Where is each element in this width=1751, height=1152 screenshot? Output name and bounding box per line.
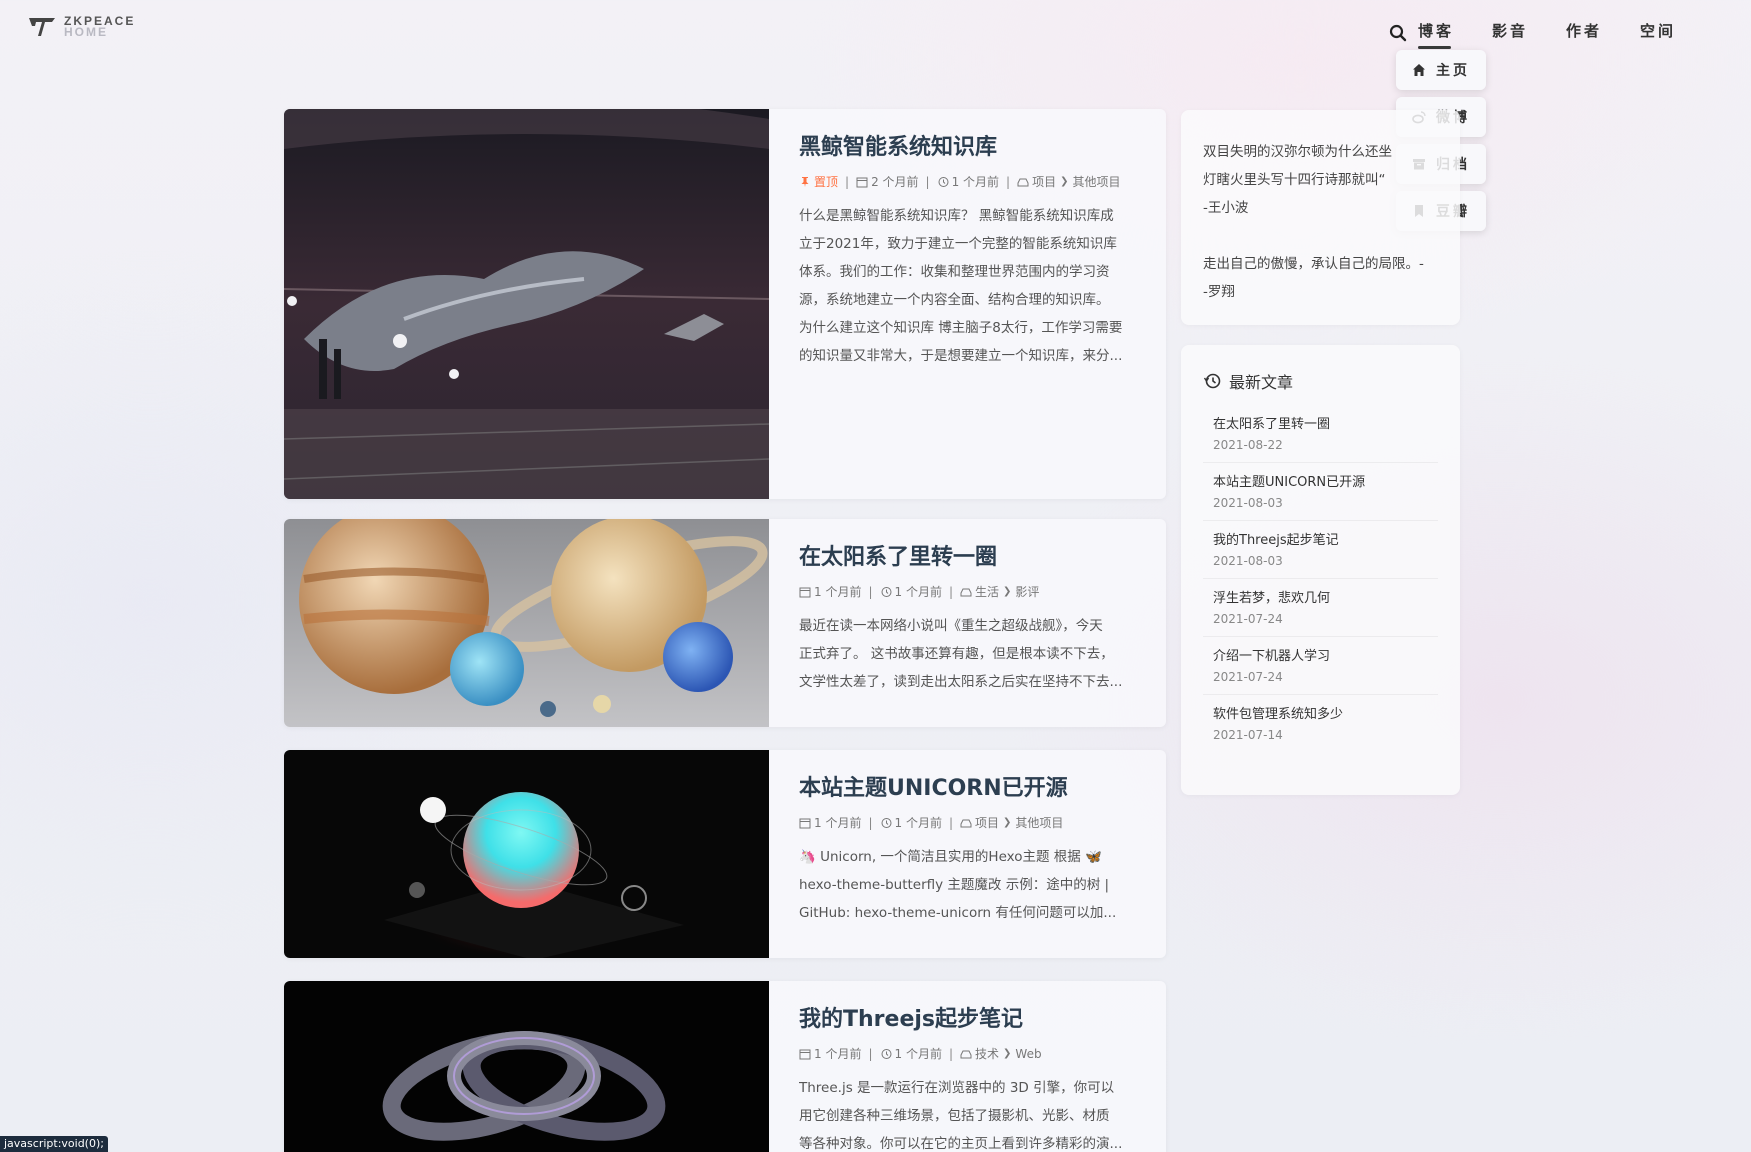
history-icon: [881, 586, 891, 597]
post-card[interactable]: 在太阳系了里转一圈 1 个月前 | 1 个月前 | 生活 ❯ 影评 最近在读一本…: [284, 519, 1166, 727]
quote-line: 双目失明的汉弥尔顿为什么还坐: [1203, 144, 1392, 160]
inbox-icon: [1017, 178, 1029, 186]
quote-line: 灯瞎火里头写十四行诗那就叫“: [1203, 172, 1386, 188]
post-updated: 1 个月前: [894, 585, 942, 599]
post-title[interactable]: 黑鲸智能系统知识库: [799, 129, 1138, 161]
post-cover-image[interactable]: [284, 109, 769, 499]
post-category[interactable]: 技术: [975, 1045, 999, 1062]
quote-line: -罗翔: [1203, 284, 1235, 300]
recent-posts-title: 最新文章: [1229, 373, 1294, 392]
recent-post-item[interactable]: 在太阳系了里转一圈 2021-08-22: [1203, 405, 1438, 463]
nav-author[interactable]: 作者: [1566, 18, 1602, 47]
post-category[interactable]: 项目: [975, 814, 999, 831]
post-subcategory[interactable]: 其他项目: [1072, 173, 1120, 190]
recent-post-item[interactable]: 本站主题UNICORN已开源 2021-08-03: [1203, 463, 1438, 521]
post-created: 2 个月前: [871, 175, 919, 189]
history-icon: [881, 817, 891, 828]
post-card[interactable]: 黑鲸智能系统知识库 置顶 | 2 个月前 | 1 个月前 | 项目 ❯ 其他项目…: [284, 109, 1166, 499]
whale-cover-image: [284, 109, 769, 499]
main-nav: 博客 影音 作者 空间: [1388, 18, 1714, 49]
inbox-icon: [960, 819, 972, 827]
search-icon[interactable]: [1388, 23, 1408, 43]
recent-post-item[interactable]: 软件包管理系统知多少 2021-07-14: [1203, 695, 1438, 752]
calendar-icon: [799, 1049, 811, 1059]
post-category[interactable]: 项目: [1032, 173, 1056, 190]
history-icon: [1203, 373, 1221, 389]
calendar-icon: [856, 177, 868, 187]
dropdown-item-home[interactable]: 主页: [1396, 50, 1486, 90]
post-created: 1 个月前: [814, 585, 862, 599]
post-cover-image[interactable]: [284, 750, 769, 958]
recent-post-item[interactable]: 介绍一下机器人学习 2021-07-24: [1203, 637, 1438, 695]
post-meta: 1 个月前 | 1 个月前 | 生活 ❯ 影评: [799, 583, 1138, 600]
pinned-badge: 置顶: [814, 175, 839, 189]
post-subcategory[interactable]: 影评: [1015, 583, 1039, 600]
post-cover-image[interactable]: [284, 519, 769, 727]
post-updated: 1 个月前: [951, 175, 1000, 189]
calendar-icon: [799, 818, 811, 828]
recent-posts-header: 最新文章: [1203, 369, 1438, 393]
post-updated: 1 个月前: [894, 816, 942, 830]
history-icon: [881, 1048, 891, 1059]
nav-media[interactable]: 影音: [1492, 18, 1528, 47]
post-meta: 置顶 | 2 个月前 | 1 个月前 | 项目 ❯ 其他项目: [799, 173, 1138, 190]
post-excerpt: Three.js 是一款运行在浏览器中的 3D 引擎，你可以 用它创建各种三维场…: [799, 1080, 1123, 1152]
post-excerpt: 什么是黑鲸智能系统知识库？ 黑鲸智能系统知识库成 立于2021年，致力于建立一个…: [799, 208, 1123, 364]
logo-icon: [29, 18, 55, 36]
quote-line: 走出自己的傲慢，承认自己的局限。-: [1203, 256, 1424, 272]
post-meta: 1 个月前 | 1 个月前 | 技术 ❯ Web: [799, 1045, 1138, 1062]
nav-space[interactable]: 空间: [1640, 18, 1676, 47]
history-icon: [938, 176, 949, 187]
pin-icon: [801, 176, 809, 187]
post-created: 1 个月前: [814, 1047, 862, 1061]
post-meta: 1 个月前 | 1 个月前 | 项目 ❯ 其他项目: [799, 814, 1138, 831]
post-card[interactable]: 本站主题UNICORN已开源 1 个月前 | 1 个月前 | 项目 ❯ 其他项目…: [284, 750, 1166, 958]
inbox-icon: [960, 588, 972, 596]
inbox-icon: [960, 1050, 972, 1058]
threejs-cover-image: [284, 981, 769, 1152]
post-subcategory[interactable]: Web: [1015, 1047, 1041, 1061]
planets-cover-image: [284, 519, 769, 727]
quote-line: -王小波: [1203, 200, 1249, 216]
recent-post-item[interactable]: 我的Threejs起步笔记 2021-08-03: [1203, 521, 1438, 579]
post-category[interactable]: 生活: [975, 583, 999, 600]
recent-post-item[interactable]: 浮生若梦，悲欢几何 2021-07-24: [1203, 579, 1438, 637]
logo-subtitle: HOME: [64, 25, 108, 39]
post-title[interactable]: 我的Threejs起步笔记: [799, 1001, 1138, 1033]
unicorn-cover-image: [284, 750, 769, 958]
dropdown-label: 主页: [1436, 63, 1470, 79]
post-updated: 1 个月前: [894, 1047, 942, 1061]
recent-posts-card: 最新文章 在太阳系了里转一圈 2021-08-22 本站主题UNICORN已开源…: [1181, 345, 1460, 795]
post-excerpt: 最近在读一本网络小说叫《重生之超级战舰》，今天 正式弃了。 这书故事还算有趣，但…: [799, 618, 1123, 690]
post-subcategory[interactable]: 其他项目: [1015, 814, 1063, 831]
calendar-icon: [799, 587, 811, 597]
home-icon: [1413, 64, 1425, 76]
post-title[interactable]: 本站主题UNICORN已开源: [799, 770, 1138, 802]
post-title[interactable]: 在太阳系了里转一圈: [799, 539, 1138, 571]
quote-card: 双目失明的汉弥尔顿为什么还坐 灯瞎火里头写十四行诗那就叫“ -王小波 走出自己的…: [1181, 110, 1460, 325]
quote-line: [1203, 222, 1438, 250]
post-excerpt: 🦄 Unicorn, 一个简洁且实用的Hexo主题 根据 🦋 hexo-them…: [799, 849, 1117, 921]
post-created: 1 个月前: [814, 816, 862, 830]
browser-status-bar: javascript:void(0);: [0, 1136, 108, 1152]
site-logo[interactable]: ZKPEACE HOME: [28, 15, 135, 39]
post-card[interactable]: 我的Threejs起步笔记 1 个月前 | 1 个月前 | 技术 ❯ Web T…: [284, 981, 1166, 1152]
nav-blog[interactable]: 博客: [1418, 18, 1454, 49]
post-cover-image[interactable]: [284, 981, 769, 1152]
